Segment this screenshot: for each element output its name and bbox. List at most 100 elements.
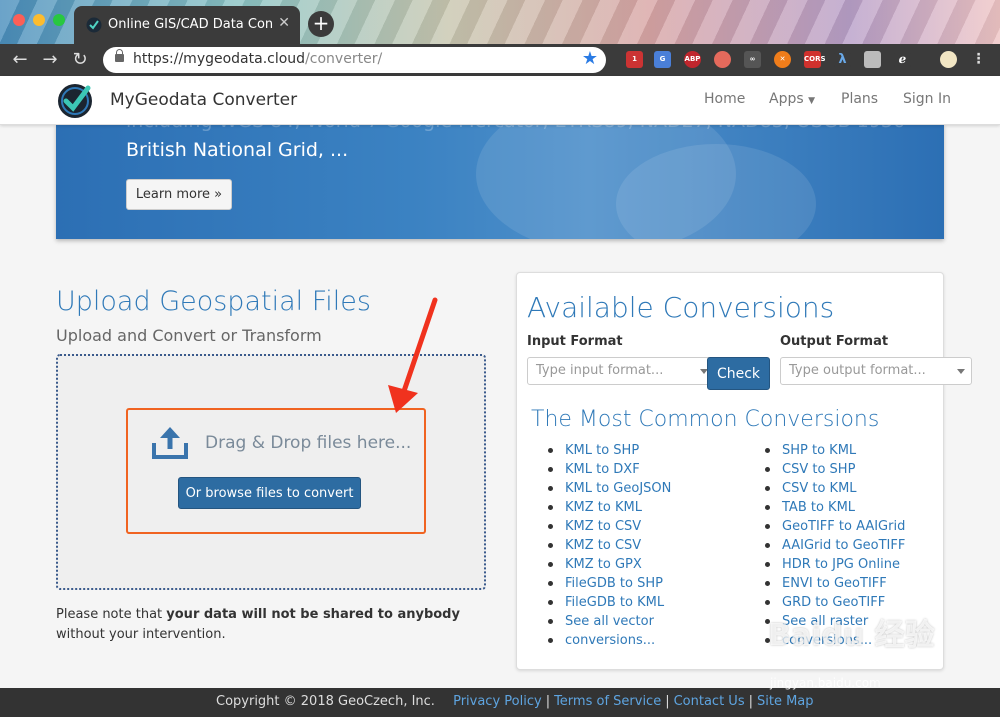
caret-down-icon: ▼ [808, 96, 816, 106]
browser-tab-active[interactable]: Online GIS/CAD Data Converter ✕ [74, 6, 300, 44]
new-tab-button[interactable]: + [308, 11, 334, 37]
input-format-select[interactable]: Type input format... [527, 357, 715, 385]
browser-menu-icon[interactable]: ⋮ [970, 51, 987, 68]
hero-banner: including WGS 84, World 7 Google Mercato… [56, 124, 944, 239]
url-host: https://mygeodata.cloud [133, 51, 306, 67]
brand-name[interactable]: MyGeodata Converter [110, 90, 297, 110]
extension-record-icon[interactable] [714, 51, 731, 68]
output-format-label: Output Format [780, 334, 889, 349]
list-item[interactable]: KML to GeoJSON [548, 479, 671, 498]
profile-avatar[interactable] [940, 51, 957, 68]
browser-toolbar: ← → ↻ https://mygeodata.cloud/converter/… [0, 44, 1000, 76]
extension-translate-icon[interactable]: G [654, 51, 671, 68]
output-format-select[interactable]: Type output format... [780, 357, 972, 385]
nav-home[interactable]: Home [704, 91, 745, 107]
footer-content: Copyright © 2018 GeoCzech, Inc. Privacy … [216, 694, 814, 709]
input-format-label: Input Format [527, 334, 623, 349]
contact-us-link[interactable]: Contact Us [674, 694, 745, 709]
close-tab-icon[interactable]: ✕ [278, 15, 290, 31]
list-item[interactable]: KMZ to KML [548, 498, 671, 517]
list-item[interactable]: KML to DXF [548, 460, 671, 479]
see-all-vector-link-continued[interactable]: conversions... [548, 631, 671, 650]
privacy-policy-link[interactable]: Privacy Policy [453, 694, 542, 709]
input-format-placeholder: Type input format... [536, 363, 664, 378]
reload-icon[interactable]: ↻ [68, 48, 92, 72]
forward-arrow-icon[interactable]: → [38, 48, 62, 72]
extension-cors-icon[interactable]: CORS [804, 51, 826, 68]
site-footer: Copyright © 2018 GeoCzech, Inc. Privacy … [0, 688, 1000, 717]
terms-of-service-link[interactable]: Terms of Service [554, 694, 661, 709]
extension-badge: 1 [632, 55, 637, 63]
list-item[interactable]: CSV to SHP [765, 460, 905, 479]
check-button[interactable]: Check [707, 357, 770, 390]
url-path: /converter/ [305, 51, 383, 67]
list-item[interactable]: ENVI to GeoTIFF [765, 574, 905, 593]
drag-drop-text: Drag & Drop files here... [205, 433, 412, 453]
extension-abp-label: ABP [684, 55, 701, 63]
note-bold: your data will not be shared to anybody [166, 607, 460, 622]
extension-doc-icon[interactable] [864, 51, 881, 68]
nav-apps-label: Apps [769, 91, 804, 107]
conversions-title: Available Conversions [527, 291, 835, 324]
extension-lambda-icon[interactable]: λ [834, 51, 851, 68]
banner-text: British National Grid, ... [126, 139, 349, 161]
output-format-placeholder: Type output format... [789, 363, 926, 378]
list-item[interactable]: CSV to KML [765, 479, 905, 498]
red-arrow-annotation-icon [388, 297, 438, 413]
extension-e-icon[interactable]: ℯ [894, 51, 911, 68]
address-bar[interactable]: https://mygeodata.cloud/converter/ ★ [103, 47, 606, 73]
close-window-button[interactable] [13, 14, 25, 26]
footer-separator: | [665, 694, 670, 709]
list-item[interactable]: KMZ to CSV [548, 517, 671, 536]
list-item[interactable]: GeoTIFF to AAIGrid [765, 517, 905, 536]
site-map-link[interactable]: Site Map [757, 694, 814, 709]
minimize-window-button[interactable] [33, 14, 45, 26]
list-item[interactable]: KML to SHP [548, 441, 671, 460]
nav-sign-in[interactable]: Sign In [903, 91, 951, 107]
extension-calendar-icon[interactable]: 1 [626, 51, 643, 68]
lock-icon [115, 49, 124, 62]
baidu-watermark-url: jingyan.baidu.com [770, 676, 881, 690]
chevron-down-icon [957, 369, 965, 374]
see-all-vector-link[interactable]: See all vector [548, 612, 671, 631]
common-conversions-title: The Most Common Conversions [531, 407, 880, 432]
extension-adblock-icon[interactable]: ABP [684, 51, 701, 68]
mygeodata-logo-icon[interactable] [55, 80, 99, 120]
footer-separator: | [545, 694, 551, 709]
see-all-vector-text-2: conversions... [565, 633, 656, 648]
browse-files-button[interactable]: Or browse files to convert [178, 477, 361, 509]
baidu-watermark: Baidu 经验 [768, 618, 935, 653]
list-item[interactable]: SHP to KML [765, 441, 905, 460]
learn-more-button[interactable]: Learn more » [126, 179, 232, 210]
list-item[interactable]: HDR to JPG Online [765, 555, 905, 574]
note-text: Please note that [56, 607, 167, 622]
zoom-window-button[interactable] [53, 14, 65, 26]
cloud-upload-icon [152, 427, 188, 459]
list-item[interactable]: KMZ to CSV [548, 536, 671, 555]
footer-separator: | [748, 694, 753, 709]
extension-cors-label: CORS [804, 55, 826, 63]
banner-text-cutoff: including WGS 84, World 7 Google Mercato… [126, 124, 905, 132]
see-all-vector-text: See all vector [565, 614, 654, 629]
note-text-end: without your intervention. [56, 627, 226, 642]
site-navbar: MyGeodata Converter Home Apps ▼ Plans Si… [0, 76, 1000, 125]
list-item[interactable]: AAIGrid to GeoTIFF [765, 536, 905, 555]
upload-title: Upload Geospatial Files [56, 286, 371, 317]
copyright-text: Copyright © 2018 GeoCzech, Inc. [216, 694, 435, 709]
list-item[interactable]: TAB to KML [765, 498, 905, 517]
list-item[interactable]: FileGDB to SHP [548, 574, 671, 593]
tab-title: Online GIS/CAD Data Converter [108, 17, 273, 32]
left-conversion-list: KML to SHP KML to DXF KML to GeoJSON KMZ… [548, 441, 671, 650]
address-url: https://mygeodata.cloud/converter/ [133, 51, 382, 67]
browser-titlebar: Online GIS/CAD Data Converter ✕ + [0, 0, 1000, 44]
nav-apps[interactable]: Apps ▼ [769, 91, 815, 107]
privacy-note: Please note that your data will not be s… [56, 605, 486, 645]
extension-x-icon[interactable]: ✕ [774, 51, 791, 68]
site-favicon-icon [86, 17, 102, 33]
list-item[interactable]: FileGDB to KML [548, 593, 671, 612]
nav-plans[interactable]: Plans [841, 91, 878, 107]
back-arrow-icon[interactable]: ← [8, 48, 32, 72]
list-item[interactable]: KMZ to GPX [548, 555, 671, 574]
bookmark-star-icon[interactable]: ★ [582, 48, 598, 69]
extension-glasses-icon[interactable]: ∞ [744, 51, 761, 68]
